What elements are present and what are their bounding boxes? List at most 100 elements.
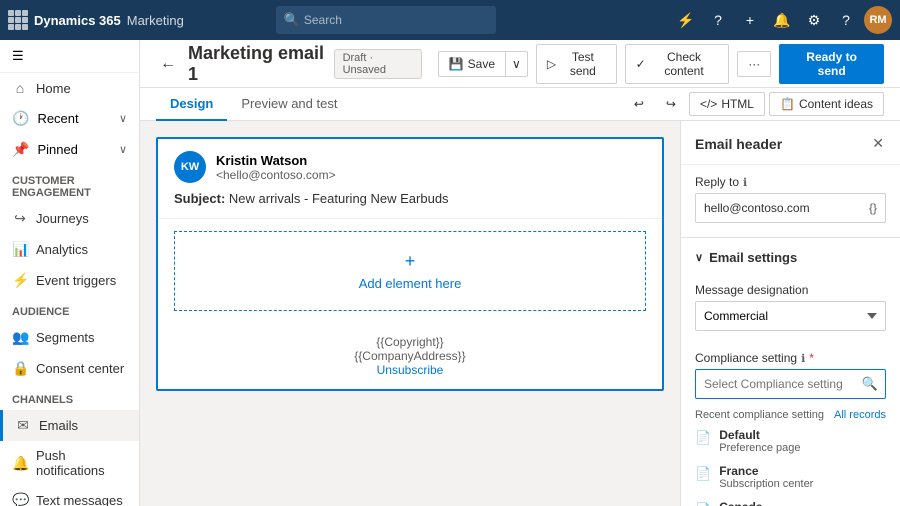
right-panel: Email header ✕ Reply to ℹ hello@contoso.…: [680, 121, 900, 506]
compliance-item-icon: 📄: [695, 502, 711, 506]
event-triggers-icon: ⚡: [12, 272, 28, 289]
push-icon: 🔔: [12, 455, 28, 472]
compliance-item-icon: 📄: [695, 466, 711, 482]
save-dropdown: 💾 Save ∨: [438, 51, 528, 77]
sidebar-toggle[interactable]: ☰: [0, 40, 139, 73]
text-messages-icon: 💬: [12, 492, 28, 506]
sidebar-item-text-messages[interactable]: 💬 Text messages: [0, 485, 139, 506]
undo-button[interactable]: ↩: [625, 90, 653, 118]
reply-to-code: {}: [869, 201, 877, 215]
save-button[interactable]: 💾 Save: [438, 51, 505, 77]
reply-to-field[interactable]: hello@contoso.com {}: [695, 193, 886, 223]
page-toolbar: ← Marketing email 1 Draft · Unsaved 💾 Sa…: [140, 40, 900, 88]
tabs-right-actions: ↩ ↪ </> HTML 📋 Content ideas: [625, 88, 884, 120]
brand-logo: Dynamics 365 Marketing: [8, 10, 184, 30]
sidebar-item-consent-center[interactable]: 🔒 Consent center: [0, 353, 139, 384]
sidebar-item-event-triggers[interactable]: ⚡ Event triggers: [0, 265, 139, 296]
page-title: Marketing email 1: [188, 43, 326, 85]
sidebar-item-label: Consent center: [36, 361, 124, 376]
check-content-button[interactable]: ✓ Check content: [625, 44, 730, 84]
html-button[interactable]: </> HTML: [689, 92, 765, 116]
unsubscribe-link[interactable]: Unsubscribe: [377, 363, 444, 377]
channels-header: Channels: [0, 384, 139, 410]
panel-title: Email header: [695, 136, 782, 152]
add-element-zone[interactable]: + Add element here: [174, 231, 646, 311]
tab-preview-test[interactable]: Preview and test: [227, 88, 351, 121]
help-icon[interactable]: ?: [704, 6, 732, 34]
search-icon: 🔍: [284, 12, 300, 28]
module-name: Marketing: [127, 13, 184, 28]
search-input[interactable]: [276, 6, 496, 34]
chevron-down-icon: ∨: [695, 251, 703, 264]
more-button[interactable]: ···: [737, 51, 771, 77]
user-avatar[interactable]: RM: [864, 6, 892, 34]
compliance-item-icon: 📄: [695, 430, 711, 446]
compliance-dropdown-header: Recent compliance setting All records: [681, 405, 900, 423]
compliance-label: Compliance setting ℹ *: [695, 351, 886, 365]
sidebar-item-home[interactable]: ⌂ Home: [0, 73, 139, 103]
sidebar-item-pinned[interactable]: 📌 Pinned ∨: [0, 134, 139, 165]
question-icon[interactable]: ?: [832, 6, 860, 34]
sender-name: Kristin Watson: [216, 153, 336, 168]
reply-to-value: hello@contoso.com: [704, 201, 810, 215]
close-panel-button[interactable]: ✕: [870, 133, 886, 154]
tabs-bar: Design Preview and test ↩ ↪ </> HTML 📋 C…: [140, 88, 900, 121]
tab-design[interactable]: Design: [156, 88, 227, 121]
notifications-icon[interactable]: 🔔: [768, 6, 796, 34]
sidebar-item-push-notifications[interactable]: 🔔 Push notifications: [0, 441, 139, 485]
compliance-name: France: [719, 464, 813, 478]
app-grid-icon[interactable]: [8, 10, 28, 30]
sidebar-item-label: Push notifications: [36, 448, 127, 478]
footer-copyright: {{Copyright}}: [170, 335, 650, 349]
panel-header: Email header ✕: [681, 121, 900, 165]
plus-icon: +: [405, 251, 416, 272]
lightning-icon[interactable]: ⚡: [672, 6, 700, 34]
message-designation-section: Message designation Commercial: [681, 273, 900, 341]
segments-icon: 👥: [12, 329, 28, 346]
footer-address: {{CompanyAddress}}: [170, 349, 650, 363]
sidebar-item-journeys[interactable]: ↪ Journeys: [0, 203, 139, 234]
compliance-search-input[interactable]: [695, 369, 886, 399]
brand-name: Dynamics 365: [34, 13, 121, 28]
sender-email: <hello@contoso.com>: [216, 168, 336, 182]
sidebar-item-label: Journeys: [36, 211, 89, 226]
message-designation-label: Message designation: [695, 283, 886, 297]
compliance-item-france[interactable]: 📄 France Subscription center: [681, 459, 900, 495]
redo-button[interactable]: ↪: [657, 90, 685, 118]
sidebar-item-recent[interactable]: 🕐 Recent ∨: [0, 103, 139, 134]
compliance-item-canada[interactable]: 📄 Canada External link: [681, 495, 900, 506]
compliance-recent-label: Recent compliance setting: [695, 409, 824, 421]
workspace: KW Kristin Watson <hello@contoso.com> Su…: [140, 121, 900, 506]
test-send-button[interactable]: ▷ Test send: [536, 44, 617, 84]
compliance-section: Compliance setting ℹ * 🔍: [681, 341, 900, 405]
sender-avatar: KW: [174, 151, 206, 183]
required-indicator: *: [809, 351, 814, 365]
ready-to-send-button[interactable]: Ready to send: [779, 44, 884, 84]
back-button[interactable]: ←: [156, 51, 180, 77]
compliance-item-default[interactable]: 📄 Default Preference page: [681, 423, 900, 459]
recent-icon: 🕐: [12, 110, 29, 127]
sidebar-item-label: Home: [36, 81, 71, 96]
sidebar-item-analytics[interactable]: 📊 Analytics: [0, 234, 139, 265]
reply-to-section: Reply to ℹ hello@contoso.com {}: [681, 165, 900, 233]
add-icon[interactable]: +: [736, 6, 764, 34]
email-canvas[interactable]: KW Kristin Watson <hello@contoso.com> Su…: [156, 137, 664, 391]
email-settings-toggle[interactable]: ∨ Email settings: [681, 242, 900, 273]
chevron-down-icon: ∨: [119, 112, 127, 125]
audience-header: Audience: [0, 296, 139, 322]
sidebar: ☰ ⌂ Home 🕐 Recent ∨ 📌 Pinned ∨ Customer …: [0, 40, 140, 506]
compliance-sub: Preference page: [719, 442, 800, 454]
sender-info: Kristin Watson <hello@contoso.com>: [216, 153, 336, 182]
email-footer: {{Copyright}} {{CompanyAddress}} Unsubsc…: [158, 323, 662, 389]
sidebar-item-segments[interactable]: 👥 Segments: [0, 322, 139, 353]
save-dropdown-button[interactable]: ∨: [505, 51, 528, 77]
sidebar-item-label: Emails: [39, 418, 78, 433]
sidebar-item-label: Event triggers: [36, 273, 116, 288]
emails-icon: ✉: [15, 417, 31, 434]
sidebar-item-emails[interactable]: ✉ Emails: [0, 410, 139, 441]
compliance-search-wrap: 🔍: [695, 369, 886, 399]
compliance-all-records-link[interactable]: All records: [834, 409, 886, 421]
settings-icon[interactable]: ⚙: [800, 6, 828, 34]
content-ideas-button[interactable]: 📋 Content ideas: [769, 92, 884, 116]
message-designation-select[interactable]: Commercial: [695, 301, 886, 331]
